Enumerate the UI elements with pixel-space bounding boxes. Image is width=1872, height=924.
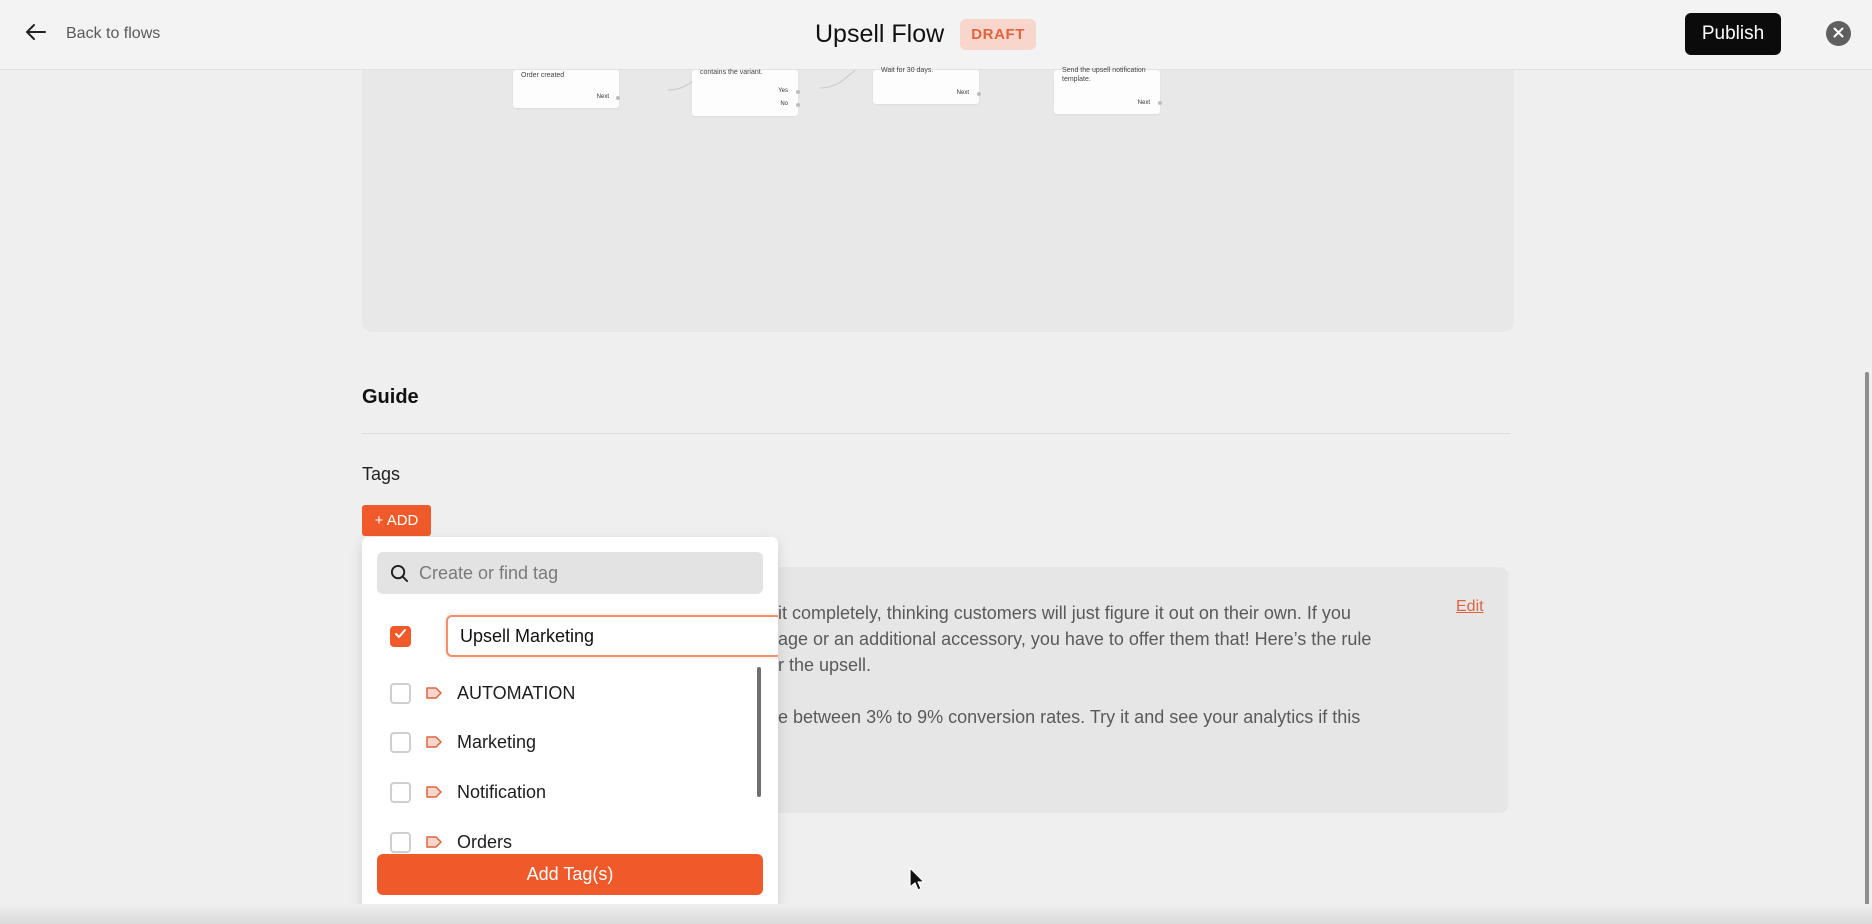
tag-search-box[interactable] xyxy=(377,552,763,594)
tag-icon xyxy=(426,687,442,699)
arrow-left-icon xyxy=(24,20,48,49)
tag-checkbox[interactable] xyxy=(390,682,411,704)
guide-heading: Guide xyxy=(362,386,419,408)
flow-port-dot[interactable] xyxy=(796,90,800,94)
edit-guide-link[interactable]: Edit xyxy=(1456,598,1484,616)
tag-list-scrollbar[interactable] xyxy=(757,667,761,797)
tag-search-input[interactable] xyxy=(419,552,749,594)
flow-node-text: contains the variant. xyxy=(700,69,763,76)
tag-label: Notification xyxy=(457,781,547,802)
page-scrollbar[interactable] xyxy=(1865,372,1869,920)
tag-label: Orders xyxy=(457,831,513,852)
new-tag-checkbox[interactable] xyxy=(390,625,411,647)
tag-option[interactable]: Marketing xyxy=(390,727,536,757)
tag-icon xyxy=(426,736,442,748)
checkmark-icon xyxy=(394,627,407,645)
flow-node-port-label: Next xyxy=(1137,100,1150,106)
close-button[interactable] xyxy=(1826,21,1851,46)
flow-node-port-label: Next xyxy=(956,90,969,96)
flow-node[interactable]: Wait for 30 days. Next xyxy=(873,67,979,104)
flow-node-port-label: Next xyxy=(596,94,609,100)
tag-icon xyxy=(426,786,442,798)
flow-port-dot[interactable] xyxy=(977,92,981,96)
guide-text-line: it completely, thinking customers will j… xyxy=(778,603,1351,623)
close-icon xyxy=(1833,25,1844,43)
tag-icon xyxy=(426,836,442,848)
flow-node[interactable]: contains the variant. Yes No xyxy=(692,69,798,116)
title-group: Upsell Flow DRAFT xyxy=(815,16,1037,52)
top-bar: Back to flows Upsell Flow DRAFT Publish xyxy=(0,0,1872,70)
publish-button[interactable]: Publish xyxy=(1685,13,1781,55)
tag-option[interactable]: Orders xyxy=(390,827,512,857)
flow-node[interactable]: Order created Next xyxy=(513,70,619,108)
add-tag-button[interactable]: + ADD xyxy=(362,505,431,536)
flow-node-text: Wait for 30 days. xyxy=(881,67,934,74)
new-tag-row xyxy=(390,615,778,657)
add-tags-button[interactable]: Add Tag(s) xyxy=(377,854,763,895)
guide-text-line: r the upsell. xyxy=(778,655,872,675)
tag-checkbox[interactable] xyxy=(390,831,411,853)
status-badge: DRAFT xyxy=(960,18,1037,50)
bottom-edge xyxy=(0,904,1872,924)
flow-node-text: Send the upsell notification template. xyxy=(1062,67,1146,83)
tag-dropdown: AUTOMATION Marketing Notification Orders… xyxy=(362,537,778,911)
guide-text-line: age or an additional accessory, you have… xyxy=(778,629,1372,649)
flow-node-port-label: No xyxy=(780,101,788,107)
mouse-cursor-icon xyxy=(909,867,925,891)
flow-node-port-label: Yes xyxy=(778,88,788,94)
tag-label: Marketing xyxy=(457,731,537,752)
flow-node-text: Order created xyxy=(521,72,565,79)
flow-node[interactable]: Send the upsell notification template. N… xyxy=(1054,67,1160,114)
new-tag-input[interactable] xyxy=(446,615,778,657)
tag-checkbox[interactable] xyxy=(390,781,411,803)
tag-option[interactable]: Notification xyxy=(390,777,546,807)
guide-text-line: e between 3% to 9% conversion rates. Try… xyxy=(778,707,1361,727)
flow-connectors xyxy=(519,70,857,99)
flow-port-dot[interactable] xyxy=(1158,101,1162,105)
tag-label: AUTOMATION xyxy=(457,682,576,703)
tags-label: Tags xyxy=(362,464,401,484)
back-label: Back to flows xyxy=(66,25,161,42)
flow-canvas-preview[interactable]: Order created Next contains the variant.… xyxy=(362,67,1514,332)
page-title: Upsell Flow xyxy=(815,19,945,48)
section-divider xyxy=(362,433,1510,434)
back-to-flows-link[interactable]: Back to flows xyxy=(24,20,160,48)
flow-port-dot[interactable] xyxy=(796,103,800,107)
flow-port-dot[interactable] xyxy=(616,96,620,100)
tag-option[interactable]: AUTOMATION xyxy=(390,678,575,708)
tag-checkbox[interactable] xyxy=(390,731,411,753)
